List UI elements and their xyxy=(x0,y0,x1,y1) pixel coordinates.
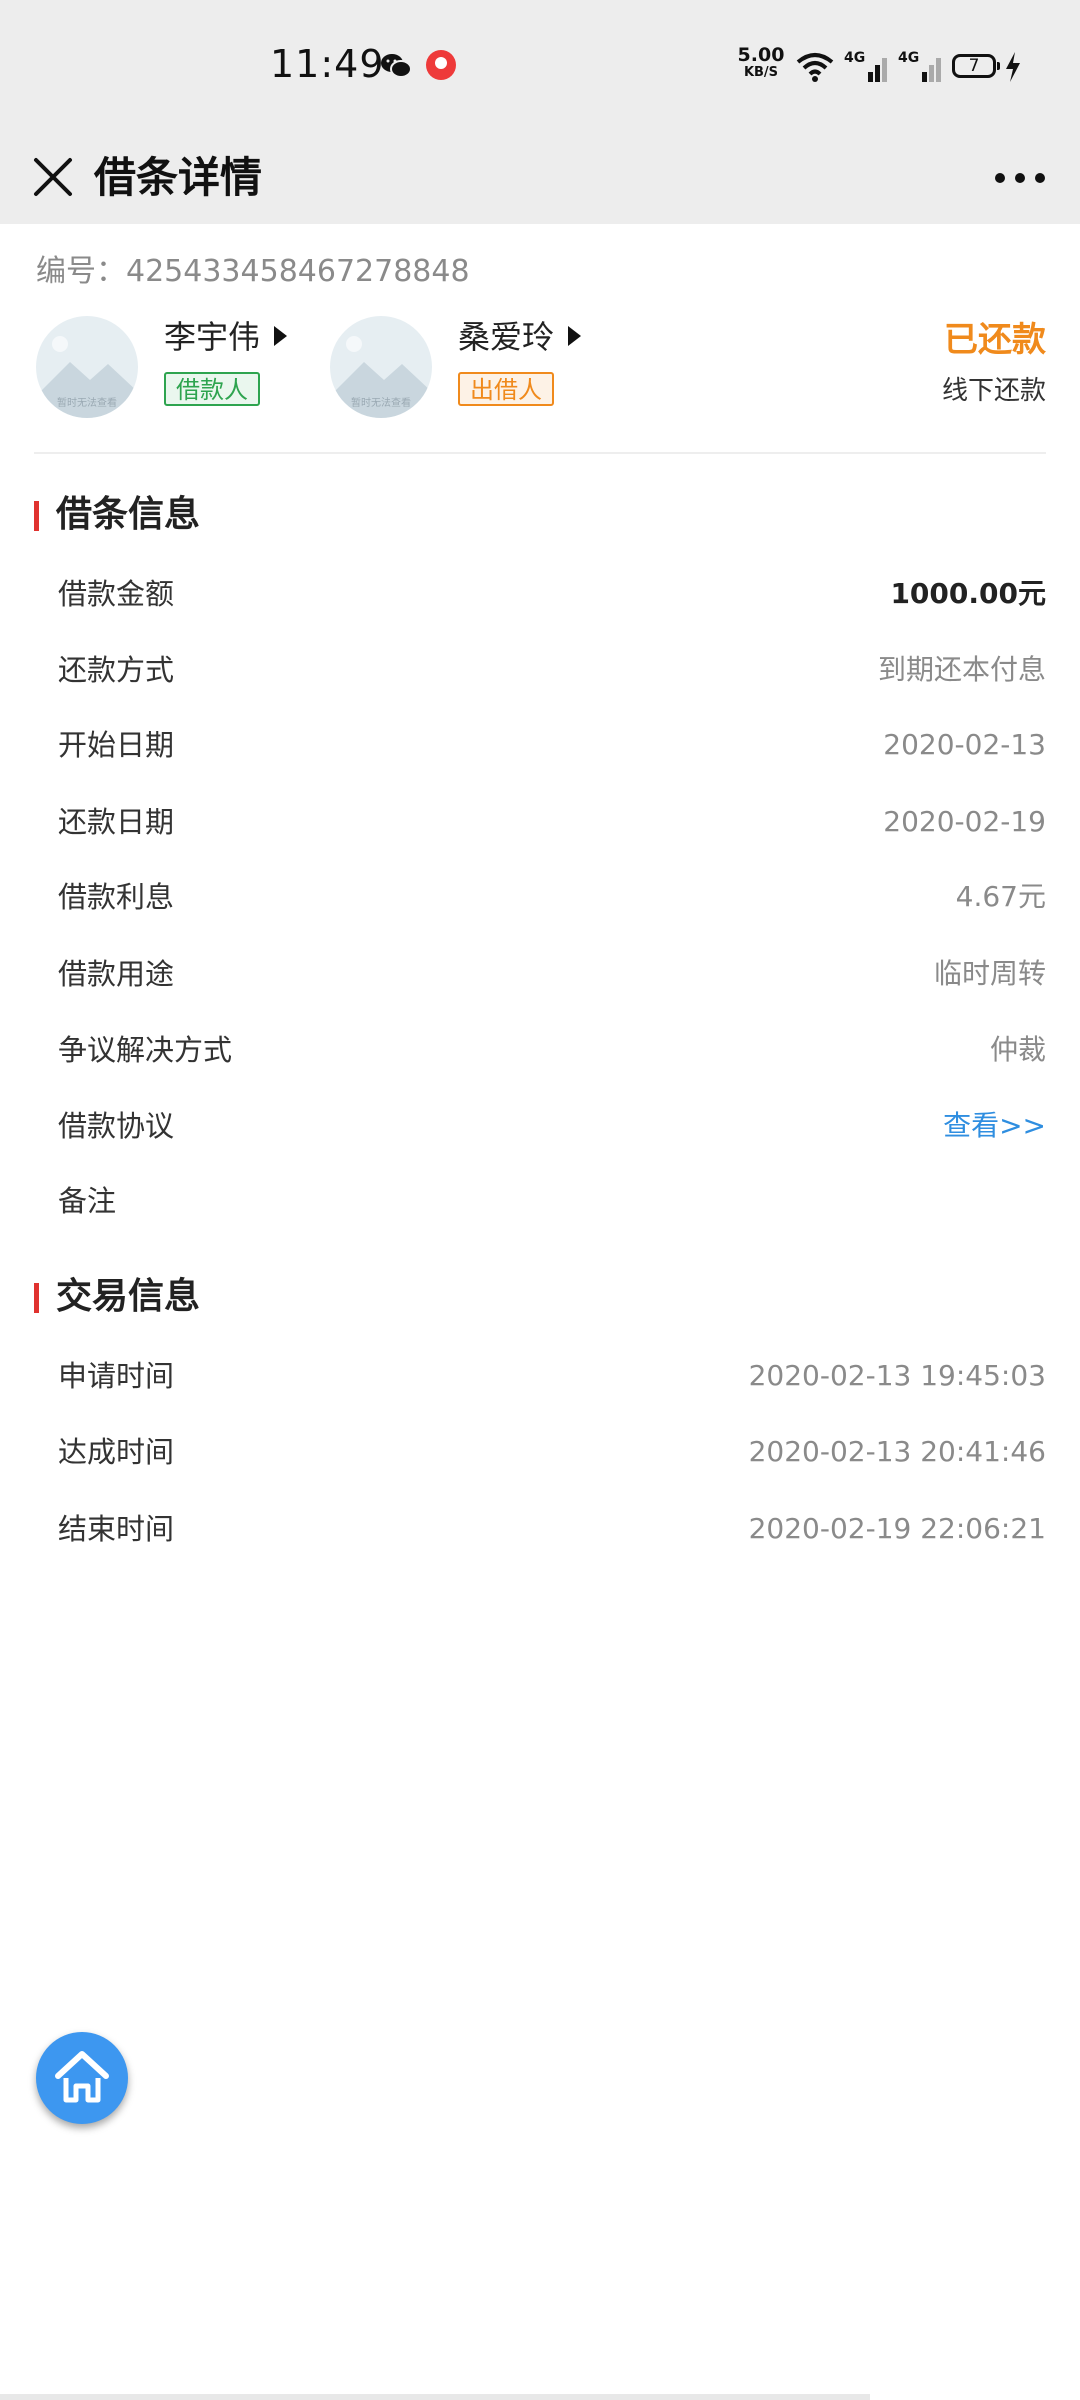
row-value: 到期还本付息 xyxy=(877,653,1046,686)
more-icon[interactable] xyxy=(990,158,1050,198)
row-value: 2020-02-13 19:45:03 xyxy=(748,1359,1046,1392)
battery-level: 7 xyxy=(968,56,980,76)
row-label: 还款方式 xyxy=(58,653,175,687)
home-icon xyxy=(55,2051,109,2103)
trade-row-agreed-time: 达成时间 2020-02-13 20:41:46 xyxy=(58,1422,1046,1482)
row-label: 借款金额 xyxy=(58,577,175,611)
row-label: 结束时间 xyxy=(58,1512,175,1546)
info-row-repayment-date: 还款日期 2020-02-19 xyxy=(58,792,1046,852)
network-speed-value: 5.00 xyxy=(737,44,785,66)
section-title-trade-info: 交易信息 xyxy=(34,1274,200,1320)
borrower-role-badge: 借款人 xyxy=(164,372,260,406)
signal-icon-2: 4G xyxy=(898,50,944,82)
row-label: 借款用途 xyxy=(58,957,175,991)
info-row-repayment-method: 还款方式 到期还本付息 xyxy=(58,640,1046,700)
status-bar: 11:49 5.00 KB/S 4G 4G 7 xyxy=(0,0,1080,132)
lender-avatar: 暂时无法查看 xyxy=(330,316,432,418)
lender-name[interactable]: 桑爱玲 xyxy=(458,312,582,358)
avatar-placeholder-text: 暂时无法查看 xyxy=(57,398,117,409)
charging-icon xyxy=(1006,52,1020,82)
row-value: 2020-02-19 xyxy=(883,805,1046,838)
home-button[interactable] xyxy=(36,2032,128,2124)
section-title-loan-info: 借条信息 xyxy=(34,492,200,538)
nav-bar: 借条详情 xyxy=(0,132,1080,224)
trade-row-end-time: 结束时间 2020-02-19 22:06:21 xyxy=(58,1499,1046,1559)
lender-role-badge: 出借人 xyxy=(458,372,554,406)
wifi-icon xyxy=(796,53,834,82)
info-row-purpose: 借款用途 临时周转 xyxy=(58,944,1046,1004)
view-agreement-link[interactable]: 查看>> xyxy=(943,1096,1046,1156)
repayment-method-status: 线下还款 xyxy=(941,376,1046,406)
lender-name-text: 桑爱玲 xyxy=(458,318,555,356)
row-label: 借款协议 xyxy=(58,1109,175,1143)
borrower-avatar: 暂时无法查看 xyxy=(36,316,138,418)
avatar-placeholder-text: 暂时无法查看 xyxy=(351,398,411,409)
row-label: 借款利息 xyxy=(58,880,175,914)
info-row-amount: 借款金额 1000.00元 xyxy=(58,564,1046,624)
row-value: 4.67元 xyxy=(955,880,1046,913)
row-value: 2020-02-19 22:06:21 xyxy=(748,1512,1046,1545)
network-speed-unit: KB/S xyxy=(743,65,779,80)
row-label: 达成时间 xyxy=(58,1435,175,1469)
row-value: 2020-02-13 20:41:46 xyxy=(748,1435,1046,1468)
row-value: 1000.00元 xyxy=(890,577,1046,610)
row-label: 申请时间 xyxy=(58,1359,175,1393)
loan-status: 已还款 xyxy=(944,320,1046,360)
row-label: 备注 xyxy=(58,1184,117,1218)
wechat-icon xyxy=(381,54,412,78)
page-title: 借条详情 xyxy=(94,153,263,202)
close-icon[interactable] xyxy=(26,150,80,204)
info-row-agreement: 借款协议 查看>> xyxy=(58,1096,1046,1156)
borrower-card[interactable]: 暂时无法查看 李宇伟 借款人 xyxy=(36,312,296,422)
triangle-right-icon xyxy=(568,326,582,346)
info-row-interest: 借款利息 4.67元 xyxy=(58,867,1046,927)
row-value: 2020-02-13 xyxy=(883,728,1046,761)
loan-serial-number: 编号：425433458467278848 xyxy=(36,254,470,289)
trade-row-apply-time: 申请时间 2020-02-13 19:45:03 xyxy=(58,1346,1046,1406)
row-label: 开始日期 xyxy=(58,728,175,762)
row-value: 仲裁 xyxy=(989,1033,1046,1066)
info-row-dispute-resolution: 争议解决方式 仲裁 xyxy=(58,1020,1046,1080)
signal-label-2: 4G xyxy=(898,50,920,66)
status-time: 11:49 xyxy=(270,42,385,86)
lender-card[interactable]: 暂时无法查看 桑爱玲 出借人 xyxy=(330,312,590,422)
info-row-start-date: 开始日期 2020-02-13 xyxy=(58,715,1046,775)
info-row-remark: 备注 xyxy=(58,1171,1046,1231)
battery-icon: 7 xyxy=(952,54,1000,78)
signal-label-1: 4G xyxy=(844,50,866,66)
borrower-name[interactable]: 李宇伟 xyxy=(164,312,288,358)
row-value: 临时周转 xyxy=(933,957,1046,990)
signal-icon-1: 4G xyxy=(844,50,890,82)
divider xyxy=(34,452,1046,454)
borrower-name-text: 李宇伟 xyxy=(164,318,261,356)
gesture-bar xyxy=(0,2394,870,2400)
row-label: 还款日期 xyxy=(58,805,175,839)
app-notification-icon xyxy=(426,50,456,80)
row-label: 争议解决方式 xyxy=(58,1033,233,1067)
triangle-right-icon xyxy=(274,326,288,346)
network-speed: 5.00 KB/S xyxy=(736,46,786,82)
